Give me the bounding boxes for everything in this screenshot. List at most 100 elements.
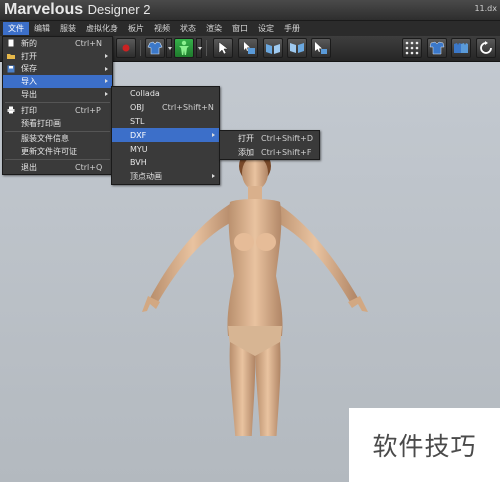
menu-item-garment-info[interactable]: 服装文件信息 [3, 133, 112, 146]
garment-front-icon [429, 41, 445, 55]
sewing-button[interactable] [427, 38, 447, 58]
avatar-dropdown[interactable] [196, 38, 202, 58]
import-item-vertex-animation[interactable]: 顶点动画 [112, 170, 219, 184]
menu-item-label: 顶点动画 [130, 172, 162, 182]
import-item-bvh[interactable]: BVH [112, 156, 219, 170]
menu-item-export[interactable]: 导出 [3, 88, 112, 101]
cursor-icon [218, 41, 229, 55]
menu-item-label: BVH [130, 158, 147, 168]
fold-pattern-button[interactable] [263, 38, 283, 58]
menu-item-label: 添加 [238, 147, 254, 157]
menu-item-label: 打开 [238, 133, 254, 143]
fold-icon [266, 44, 280, 54]
import-item-stl[interactable]: STL [112, 115, 219, 129]
watermark-text: 软件技巧 [372, 432, 477, 461]
menu-item-shortcut: Ctrl+Shift+F [261, 147, 312, 157]
menu-item-save[interactable]: 保存 [3, 63, 112, 76]
menu-edit[interactable]: 编辑 [29, 22, 55, 35]
menu-item-label: 导入 [21, 77, 37, 87]
menu-separator [5, 101, 110, 103]
menu-file[interactable]: 文件 [3, 22, 29, 35]
import-item-collada[interactable]: Collada [112, 87, 219, 101]
record-icon [122, 44, 130, 52]
menu-item-print[interactable]: 打印 Ctrl+P [3, 104, 112, 117]
import-item-obj[interactable]: OBJ Ctrl+Shift+N [112, 101, 219, 115]
dxf-item-add[interactable]: 添加 Ctrl+Shift+F [220, 145, 319, 159]
refresh-icon [480, 41, 492, 54]
record-button[interactable] [116, 38, 136, 58]
menu-separator [5, 130, 110, 132]
menu-window[interactable]: 窗口 [227, 22, 253, 35]
file-name: 11.dx [474, 4, 497, 13]
menu-render[interactable]: 渲染 [201, 22, 227, 35]
grid-points-icon [405, 41, 419, 55]
menu-item-label: 更新文件许可证 [21, 147, 77, 157]
select-pattern-icon [315, 42, 327, 54]
submenu-arrow-icon [212, 132, 215, 137]
garment-dropdown[interactable] [166, 38, 172, 58]
points-button[interactable] [402, 38, 422, 58]
menu-item-shortcut: Ctrl+N [75, 38, 102, 48]
menu-item-label: 保存 [21, 64, 37, 74]
menu-item-open[interactable]: 打开 [3, 50, 112, 63]
avatar-button[interactable] [174, 38, 194, 58]
arrange-button[interactable] [451, 38, 471, 58]
menu-item-new[interactable]: 新的 Ctrl+N [3, 37, 112, 50]
submenu-arrow-icon [212, 174, 215, 179]
menu-item-shortcut: Ctrl+Q [75, 163, 103, 173]
save-icon [7, 65, 15, 73]
app-name: Marvelous [4, 1, 84, 18]
menu-pattern[interactable]: 板片 [123, 22, 149, 35]
menu-video[interactable]: 视频 [149, 22, 175, 35]
menu-separator [5, 159, 110, 161]
open-folder-icon [7, 53, 15, 59]
menu-item-shortcut: Ctrl+Shift+D [261, 133, 313, 143]
menu-item-label: STL [130, 116, 145, 126]
menu-avatar[interactable]: 虚拟化身 [81, 22, 123, 35]
menu-item-shortcut: Ctrl+Shift+N [162, 103, 214, 113]
menu-item-exit[interactable]: 退出 Ctrl+Q [3, 161, 112, 174]
menu-item-label: 打开 [21, 51, 37, 61]
dxf-item-open[interactable]: 打开 Ctrl+Shift+D [220, 131, 319, 145]
menu-settings[interactable]: 设定 [253, 22, 279, 35]
import-item-myu[interactable]: MYU [112, 142, 219, 156]
menu-item-print-preview[interactable]: 预看打印画 [3, 117, 112, 130]
import-item-dxf[interactable]: DXF [112, 128, 219, 143]
menu-item-update-license[interactable]: 更新文件许可证 [3, 145, 112, 158]
menu-bar: 文件 编辑 服装 虚拟化身 板片 视频 状态 渲染 窗口 设定 手册 [0, 21, 500, 36]
menu-item-label: 预看打印画 [21, 118, 61, 128]
app-title: Marvelous Designer 2 [4, 1, 150, 19]
shirt-icon [147, 41, 163, 55]
avatar-figure-icon [179, 40, 189, 55]
refresh-button[interactable] [476, 38, 496, 58]
move-pattern-button[interactable] [238, 38, 258, 58]
menu-item-import[interactable]: 导入 [3, 75, 112, 89]
menu-item-label: 新的 [21, 38, 37, 48]
menu-item-shortcut: Ctrl+P [75, 105, 101, 115]
select-pattern-button[interactable] [311, 38, 331, 58]
submenu-arrow-icon [105, 92, 108, 97]
toolbar-divider [140, 40, 141, 56]
select-button[interactable] [213, 38, 233, 58]
print-icon [7, 106, 15, 114]
menu-item-label: 退出 [21, 163, 37, 173]
unfold-icon [290, 43, 304, 53]
submenu-arrow-icon [105, 79, 108, 84]
menu-manual[interactable]: 手册 [279, 22, 305, 35]
menu-item-label: Collada [130, 89, 160, 99]
title-bar: Marvelous Designer 2 11.dx [0, 0, 500, 21]
new-file-icon [8, 39, 14, 47]
menu-garment[interactable]: 服装 [55, 22, 81, 35]
avatar-model [142, 149, 368, 436]
toolbar-divider [206, 40, 207, 56]
garment-button[interactable] [145, 38, 165, 58]
file-menu: 新的 Ctrl+N 打开 保存 导入 导出 打印 Ctrl+P 预看打印画 服装… [2, 36, 113, 175]
menu-item-label: 导出 [21, 90, 37, 100]
menu-item-label: MYU [130, 144, 148, 154]
import-submenu: Collada OBJ Ctrl+Shift+N STL DXF MYU BVH… [111, 86, 220, 185]
unfold-pattern-button[interactable] [287, 38, 307, 58]
move-pattern-icon [244, 42, 255, 54]
menu-state[interactable]: 状态 [175, 22, 201, 35]
watermark: 软件技巧 [349, 408, 500, 482]
app-subtitle: Designer 2 [87, 2, 151, 17]
